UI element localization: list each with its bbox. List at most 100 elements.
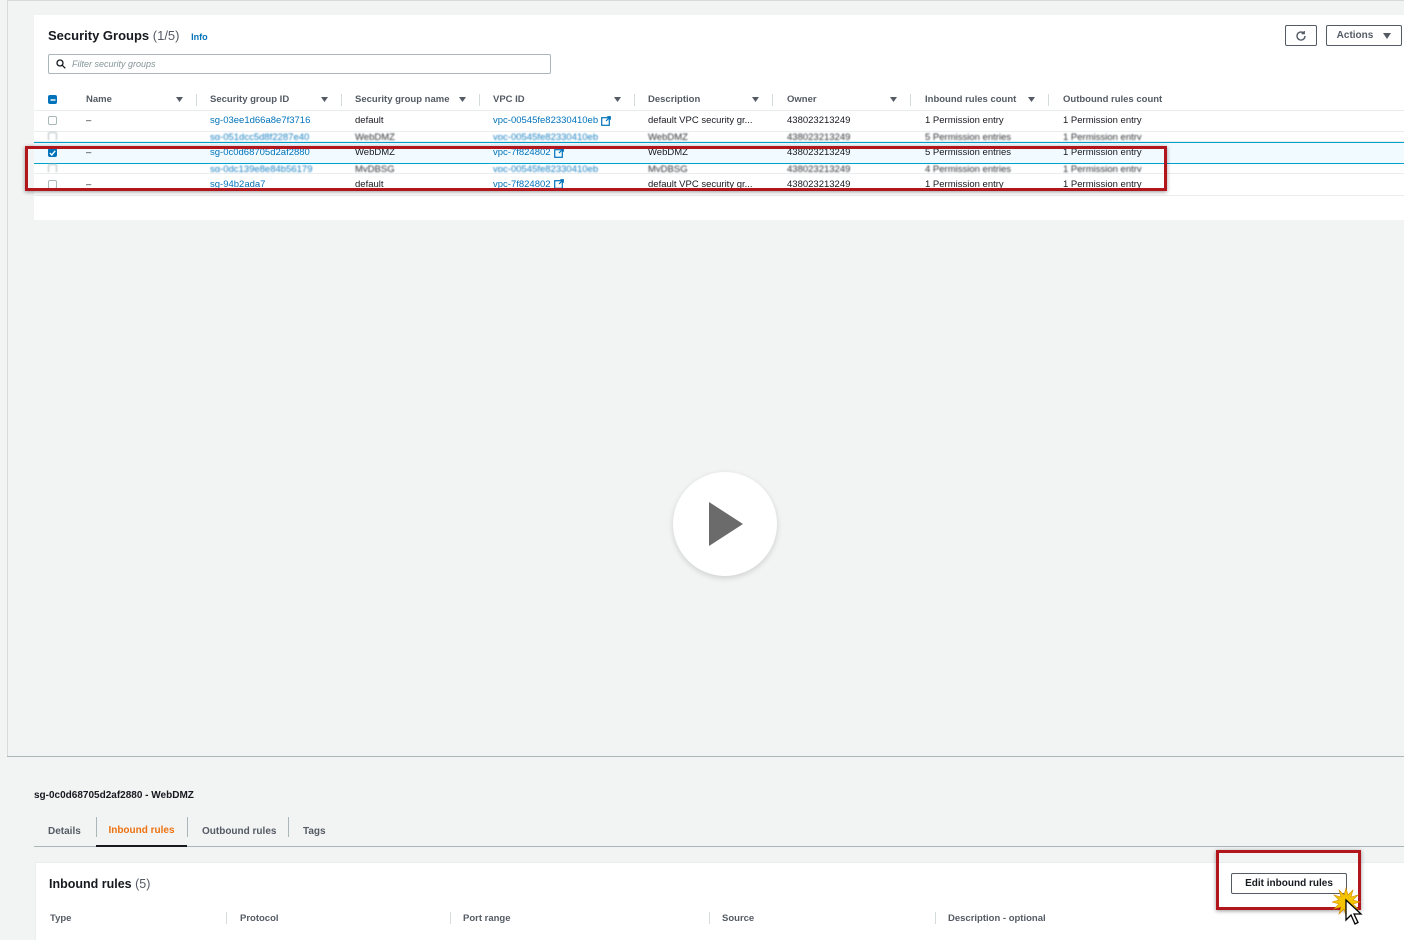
col-port-range[interactable]: Port range xyxy=(463,907,511,929)
table-row[interactable]: – sg-94b2ada7 default vpc-7f824802 defau… xyxy=(34,174,1404,196)
refresh-icon xyxy=(1296,30,1306,41)
cell-outbound: 1 Permission entry xyxy=(1063,115,1142,127)
cell-outbound: 1 Permission entry xyxy=(1063,178,1142,190)
external-link-icon xyxy=(601,115,612,126)
cell-inbound: 1 Permission entry xyxy=(925,115,1004,127)
cell-description: MyDBSG xyxy=(648,163,688,172)
row-checkbox[interactable] xyxy=(48,163,57,172)
cell-outbound: 1 Permission entry xyxy=(1063,163,1142,172)
cell-vpc-link[interactable]: vpc-00545fe82330410eb xyxy=(493,132,598,140)
inbound-rules-title: Inbound rules (5) xyxy=(49,877,151,891)
cell-sg-name: default xyxy=(355,115,384,127)
col-protocol[interactable]: Protocol xyxy=(240,907,279,929)
cell-name: – xyxy=(86,147,92,159)
col-description-optional[interactable]: Description - optional xyxy=(948,907,1046,929)
table-row[interactable]: – sg-03ee1d66a8e7f3716 default vpc-00545… xyxy=(34,111,1404,132)
cell-sg-name: MyDBSG xyxy=(355,163,395,172)
cell-sg-name: WebDMZ xyxy=(355,147,395,159)
cell-owner: 438023213249 xyxy=(787,163,851,172)
cell-vpc-link[interactable]: vpc-7f824802 xyxy=(493,143,564,163)
sort-icon[interactable] xyxy=(321,89,328,110)
actions-label: Actions xyxy=(1336,30,1374,41)
col-owner[interactable]: Owner xyxy=(787,89,817,110)
table-row[interactable]: sg-0dc139e8e84b56179 MyDBSG vpc-00545fe8… xyxy=(34,163,1404,174)
cell-owner: 438023213249 xyxy=(787,115,851,127)
row-checkbox[interactable] xyxy=(48,179,57,189)
row-checkbox[interactable] xyxy=(48,116,57,126)
sort-icon[interactable] xyxy=(752,89,759,110)
col-type[interactable]: Type xyxy=(50,907,71,929)
col-description[interactable]: Description xyxy=(648,89,700,110)
row-checkbox-checked[interactable] xyxy=(48,148,57,158)
cell-outbound: 1 Permission entry xyxy=(1063,147,1142,159)
cell-sg-name: default xyxy=(355,178,384,190)
inbound-rules-panel: Inbound rules (5) Edit inbound rules Typ… xyxy=(35,862,1404,940)
tab-details[interactable]: Details xyxy=(48,815,81,847)
cell-description: default VPC security gr... xyxy=(648,178,753,190)
tab-tags[interactable]: Tags xyxy=(303,815,326,847)
refresh-button[interactable] xyxy=(1285,25,1317,46)
cell-sg-id-link[interactable]: sg-94b2ada7 xyxy=(210,174,265,195)
cell-vpc-link[interactable]: vpc-7f824802 xyxy=(493,174,564,195)
tab-outbound-rules[interactable]: Outbound rules xyxy=(202,815,276,847)
external-link-icon xyxy=(553,147,564,158)
search-icon xyxy=(56,59,66,69)
col-security-group-name[interactable]: Security group name xyxy=(355,89,450,110)
cell-inbound: 5 Permission entries xyxy=(925,131,1012,140)
col-security-group-id[interactable]: Security group ID xyxy=(210,89,289,110)
actions-button[interactable]: Actions xyxy=(1326,25,1402,46)
sort-icon[interactable] xyxy=(176,89,183,110)
edit-inbound-rules-button[interactable]: Edit inbound rules xyxy=(1231,873,1347,894)
filter-input[interactable] xyxy=(72,59,532,69)
tab-bar: Details Inbound rules Outbound rules Tag… xyxy=(34,815,1404,847)
select-all-checkbox[interactable] xyxy=(48,95,57,104)
sort-icon[interactable] xyxy=(614,89,621,110)
details-title: sg-0c0d68705d2af2880 - WebDMZ xyxy=(34,790,194,801)
sort-icon[interactable] xyxy=(890,89,897,110)
cell-owner: 438023213249 xyxy=(787,178,851,190)
security-groups-panel: Security Groups (1/5) Info Actions Name … xyxy=(34,15,1404,220)
top-border xyxy=(8,0,1404,1)
cell-vpc-link[interactable]: vpc-00545fe82330410eb xyxy=(493,164,598,172)
cell-description: WebDMZ xyxy=(648,131,688,140)
col-vpc-id[interactable]: VPC ID xyxy=(493,89,525,110)
details-panel: sg-0c0d68705d2af2880 - WebDMZ Details In… xyxy=(7,757,1404,940)
col-outbound-rules-count[interactable]: Outbound rules count xyxy=(1063,89,1162,110)
cell-name: – xyxy=(86,115,92,127)
cell-sg-id-link[interactable]: sg-03ee1d66a8e7f3716 xyxy=(210,111,310,131)
info-link[interactable]: Info xyxy=(191,32,208,42)
cell-name: – xyxy=(86,178,92,190)
rules-table-header: Type Protocol Port range Source Descript… xyxy=(36,907,1404,929)
cell-owner: 438023213249 xyxy=(787,131,851,140)
filter-field[interactable] xyxy=(48,54,551,74)
console-screen: Security Groups (1/5) Info Actions Name … xyxy=(0,0,1404,940)
security-groups-table: Name Security group ID Security group na… xyxy=(34,89,1404,196)
left-border xyxy=(7,0,8,757)
external-link-icon xyxy=(553,179,564,190)
play-icon xyxy=(709,502,743,546)
mouse-cursor-icon xyxy=(1332,886,1363,925)
cell-inbound: 1 Permission entry xyxy=(925,178,1004,190)
row-checkbox[interactable] xyxy=(48,131,57,140)
title-text: Security Groups xyxy=(48,28,150,43)
col-name[interactable]: Name xyxy=(86,89,112,110)
cell-owner: 438023213249 xyxy=(787,147,851,159)
sort-icon[interactable] xyxy=(1028,89,1035,110)
caret-down-icon xyxy=(1383,32,1392,39)
tab-inbound-rules[interactable]: Inbound rules xyxy=(96,815,187,847)
table-row-selected[interactable]: – sg-0c0d68705d2af2880 WebDMZ vpc-7f8248… xyxy=(34,141,1404,164)
play-button[interactable] xyxy=(673,472,777,576)
cell-outbound: 1 Permission entry xyxy=(1063,131,1142,140)
col-source[interactable]: Source xyxy=(722,907,754,929)
table-header: Name Security group ID Security group na… xyxy=(34,89,1404,111)
cell-sg-name: WebDMZ xyxy=(355,131,395,140)
cell-vpc-link[interactable]: vpc-00545fe82330410eb xyxy=(493,111,612,131)
cell-sg-id-link[interactable]: sg-0c0d68705d2af2880 xyxy=(210,143,310,163)
cell-sg-id-link[interactable]: sg-051dcc5d8f2287e40 xyxy=(210,132,309,140)
table-row[interactable]: sg-051dcc5d8f2287e40 WebDMZ vpc-00545fe8… xyxy=(34,131,1404,142)
sort-icon[interactable] xyxy=(459,89,466,110)
cell-inbound: 4 Permission entries xyxy=(925,163,1012,172)
cell-description: WebDMZ xyxy=(648,147,688,159)
col-inbound-rules-count[interactable]: Inbound rules count xyxy=(925,89,1016,110)
cell-sg-id-link[interactable]: sg-0dc139e8e84b56179 xyxy=(210,164,312,172)
